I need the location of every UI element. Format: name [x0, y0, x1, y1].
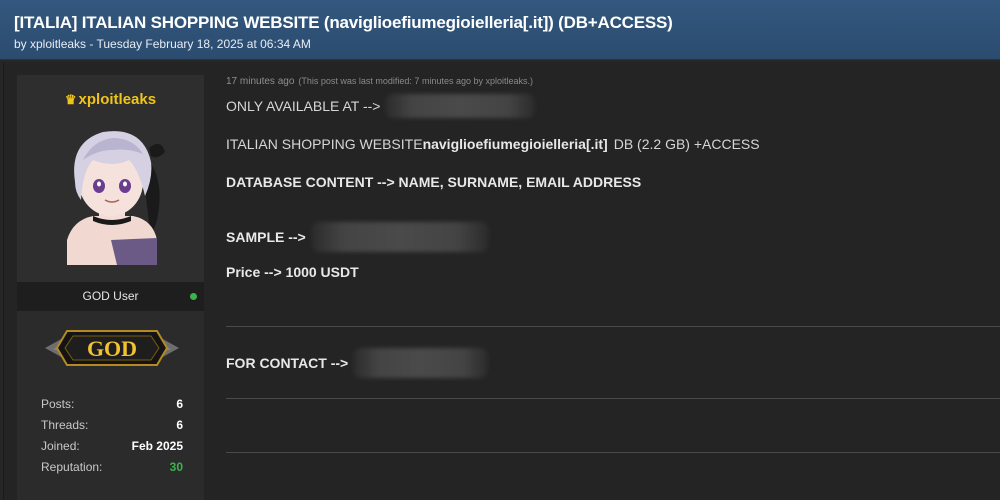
redacted-link[interactable] [385, 94, 536, 118]
stat-reputation: Reputation: 30 [41, 460, 183, 481]
stat-label: Posts: [41, 397, 75, 411]
thread-title: [ITALIA] ITALIAN SHOPPING WEBSITE (navig… [14, 13, 673, 32]
stat-joined: Joined: Feb 2025 [41, 439, 183, 460]
thread-meta: by xploitleaks - Tuesday February 18, 20… [14, 37, 311, 51]
thread-header: [ITALIA] ITALIAN SHOPPING WEBSITE (navig… [0, 0, 1000, 60]
username-link[interactable]: xploitleaks [79, 91, 157, 108]
divider [226, 326, 1000, 327]
rank-badge-text: GOD [87, 336, 137, 361]
stat-label: Reputation: [41, 460, 103, 474]
author-stats: Posts: 6 Threads: 6 Joined: Feb 2025 Rep… [41, 397, 183, 481]
post-body: 17 minutes ago (This post was last modifi… [226, 62, 1000, 500]
post-text: SAMPLE --> [226, 229, 306, 245]
stat-posts: Posts: 6 [41, 397, 183, 418]
divider [226, 452, 1000, 453]
post-line-sample: SAMPLE --> [226, 222, 489, 252]
stat-value: 6 [176, 418, 183, 432]
post-line-availability: ONLY AVAILABLE AT --> [226, 94, 536, 118]
stat-threads: Threads: 6 [41, 418, 183, 439]
online-status-icon [190, 293, 197, 300]
post-line-title: ITALIAN SHOPPING WEBSITE naviglioefiumeg… [226, 134, 760, 154]
user-role: GOD User [17, 282, 204, 311]
post-time[interactable]: 17 minutes ago [226, 76, 294, 87]
edit-note: (This post was last modified: 7 minutes … [298, 76, 533, 86]
avatar[interactable] [53, 120, 168, 265]
post-domain: naviglioefiumegioielleria[.it] [422, 136, 608, 152]
stat-label: Joined: [41, 439, 80, 453]
author-panel: ♛ xploitleaks GOD User GOD Posts: 6 Thre… [17, 75, 204, 500]
post-text: FOR CONTACT --> [226, 355, 349, 371]
post-text: Price --> 1000 USDT [226, 264, 359, 280]
post-text: ONLY AVAILABLE AT --> [226, 98, 381, 114]
username-row: ♛ xploitleaks [17, 91, 204, 108]
crown-icon: ♛ [64, 92, 77, 107]
post-text: DB (2.2 GB) +ACCESS [613, 136, 760, 152]
reputation-value[interactable]: 30 [170, 460, 183, 481]
stat-value: 6 [176, 397, 183, 411]
post-text: DATABASE CONTENT --> NAME, SURNAME, EMAI… [226, 174, 642, 190]
rank-badge: GOD [43, 323, 181, 373]
author-card: ♛ xploitleaks [17, 75, 204, 282]
user-role-label: GOD User [82, 289, 139, 303]
post-container: ♛ xploitleaks GOD User GOD Posts: 6 Thre… [3, 62, 1000, 500]
stat-label: Threads: [41, 418, 89, 432]
post-line-price: Price --> 1000 USDT [226, 262, 359, 282]
post-line-content: DATABASE CONTENT --> NAME, SURNAME, EMAI… [226, 172, 641, 192]
post-line-contact: FOR CONTACT --> [226, 348, 489, 378]
divider [226, 398, 1000, 399]
redacted-contact[interactable] [353, 348, 489, 378]
post-text: ITALIAN SHOPPING WEBSITE [226, 136, 423, 152]
stat-value: Feb 2025 [131, 439, 183, 453]
redacted-sample-link[interactable] [310, 222, 489, 252]
post-date: 17 minutes ago (This post was last modifi… [226, 76, 533, 87]
